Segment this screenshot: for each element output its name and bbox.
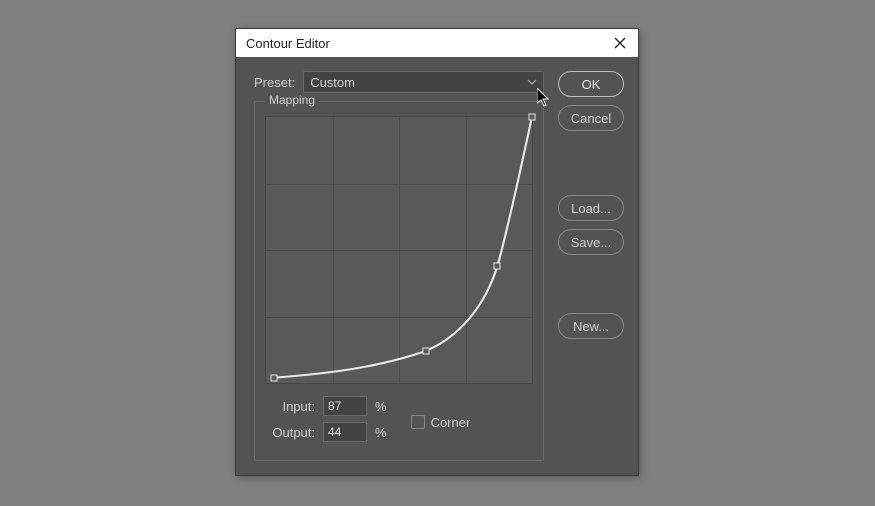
output-label: Output: <box>265 425 315 440</box>
input-field[interactable] <box>323 396 367 416</box>
curve-editor[interactable] <box>265 116 533 384</box>
close-icon <box>614 37 626 49</box>
ok-button[interactable]: OK <box>558 71 624 97</box>
new-button[interactable]: New... <box>558 313 624 339</box>
load-button[interactable]: Load... <box>558 195 624 221</box>
corner-checkbox[interactable] <box>411 415 425 429</box>
curve-handle[interactable] <box>270 374 277 381</box>
output-field[interactable] <box>323 422 367 442</box>
curve-handle[interactable] <box>422 348 429 355</box>
input-label: Input: <box>265 399 315 414</box>
titlebar[interactable]: Contour Editor <box>236 29 638 57</box>
mapping-fieldset: Mapping <box>254 101 544 461</box>
corner-label: Corner <box>431 415 471 430</box>
contour-editor-dialog: Contour Editor Preset: Custom Mapping <box>235 28 639 476</box>
curve-handle[interactable] <box>529 114 536 121</box>
curve-path <box>266 117 532 383</box>
dialog-title: Contour Editor <box>246 36 330 51</box>
percent-symbol: % <box>375 399 387 414</box>
save-button[interactable]: Save... <box>558 229 624 255</box>
preset-label: Preset: <box>254 75 295 90</box>
preset-value: Custom <box>310 75 355 90</box>
percent-symbol: % <box>375 425 387 440</box>
chevron-down-icon <box>527 77 537 87</box>
mapping-legend: Mapping <box>265 93 319 107</box>
close-button[interactable] <box>610 33 630 53</box>
preset-dropdown[interactable]: Custom <box>303 71 544 93</box>
cancel-button[interactable]: Cancel <box>558 105 624 131</box>
curve-handle[interactable] <box>494 262 501 269</box>
